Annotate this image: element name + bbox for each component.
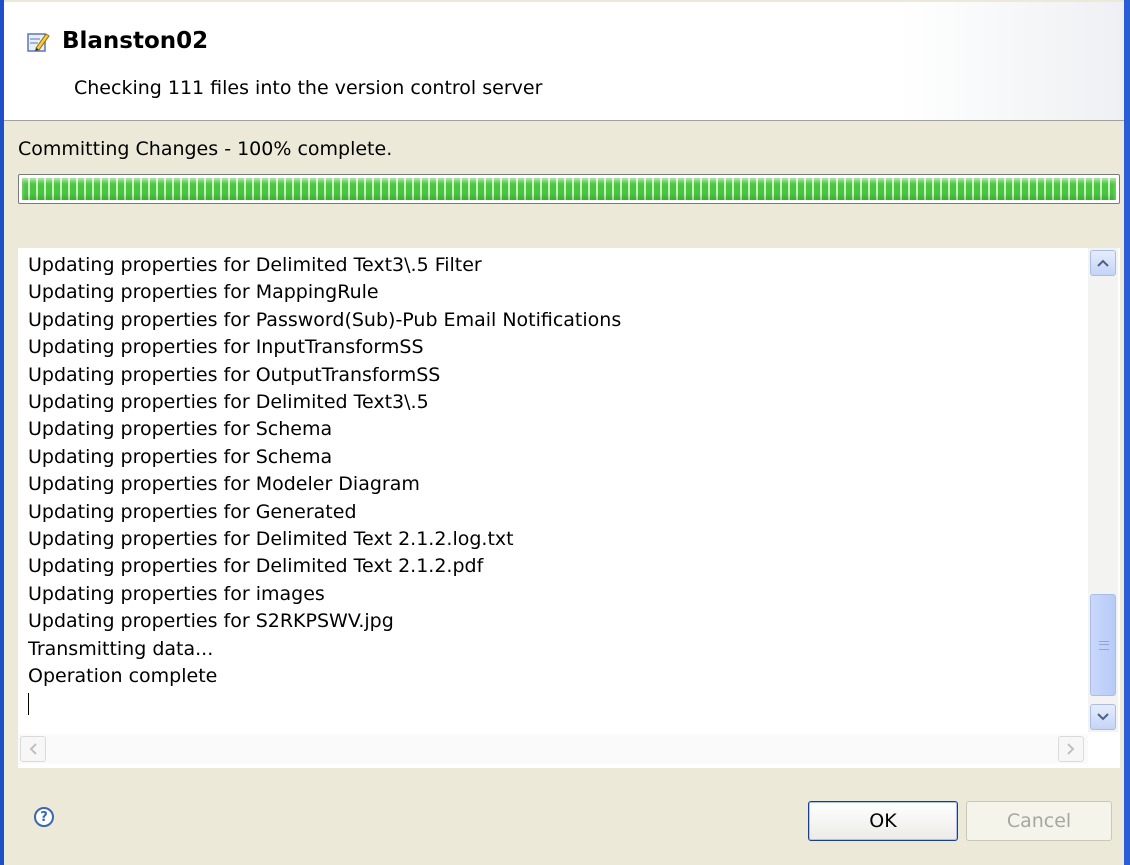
log-cursor-line xyxy=(28,691,1078,718)
help-icon[interactable]: ? xyxy=(34,807,54,827)
dialog-header: Blanston02 Checking 111 files into the v… xyxy=(4,2,1124,121)
log-line: Updating properties for OutputTransformS… xyxy=(28,363,441,386)
log-line: Updating properties for Password(Sub)-Pu… xyxy=(28,308,622,331)
log-line: Updating properties for images xyxy=(28,582,325,605)
edit-document-icon xyxy=(26,30,50,54)
ok-button[interactable]: OK xyxy=(808,801,958,841)
text-cursor xyxy=(28,693,29,715)
dialog-title: Blanston02 xyxy=(62,28,209,54)
chevron-down-icon[interactable] xyxy=(1090,704,1116,730)
log-line: Updating properties for Delimited Text3\… xyxy=(28,254,482,276)
log-line: Transmitting data... xyxy=(28,637,214,660)
window-right-edge xyxy=(1124,0,1130,865)
cancel-button: Cancel xyxy=(966,801,1112,841)
dialog-subtitle: Checking 111 files into the version cont… xyxy=(74,77,543,99)
vertical-scrollbar-thumb[interactable] xyxy=(1090,594,1116,696)
log-line: Updating properties for Delimited Text3\… xyxy=(28,391,429,414)
log-line: Updating properties for S2RKPSWV.jpg xyxy=(28,610,394,633)
log-panel[interactable]: Updating properties for Delimited Text3\… xyxy=(18,248,1120,768)
log-line: Updating properties for Delimited Text 2… xyxy=(28,555,484,578)
log-line: Updating properties for Schema xyxy=(28,418,333,441)
vertical-scrollbar[interactable] xyxy=(1088,248,1118,732)
log-line: Updating properties for Generated xyxy=(28,500,357,523)
progress-bar-fill xyxy=(22,178,1116,200)
horizontal-scrollbar[interactable] xyxy=(18,734,1088,764)
chevron-left-icon[interactable] xyxy=(20,736,46,762)
log-line: Operation complete xyxy=(28,665,218,688)
log-text-area[interactable]: Updating properties for Delimited Text3\… xyxy=(28,252,1078,732)
log-line: Updating properties for Modeler Diagram xyxy=(28,473,420,496)
chevron-up-icon[interactable] xyxy=(1090,250,1116,276)
chevron-right-icon[interactable] xyxy=(1058,736,1084,762)
log-line: Updating properties for Delimited Text 2… xyxy=(28,528,514,551)
log-line: Updating properties for Schema xyxy=(28,445,333,468)
log-line: Updating properties for MappingRule xyxy=(28,281,379,304)
progress-bar xyxy=(18,174,1120,204)
progress-status-text: Committing Changes - 100% complete. xyxy=(18,138,393,160)
log-line: Updating properties for InputTransformSS xyxy=(28,336,424,359)
